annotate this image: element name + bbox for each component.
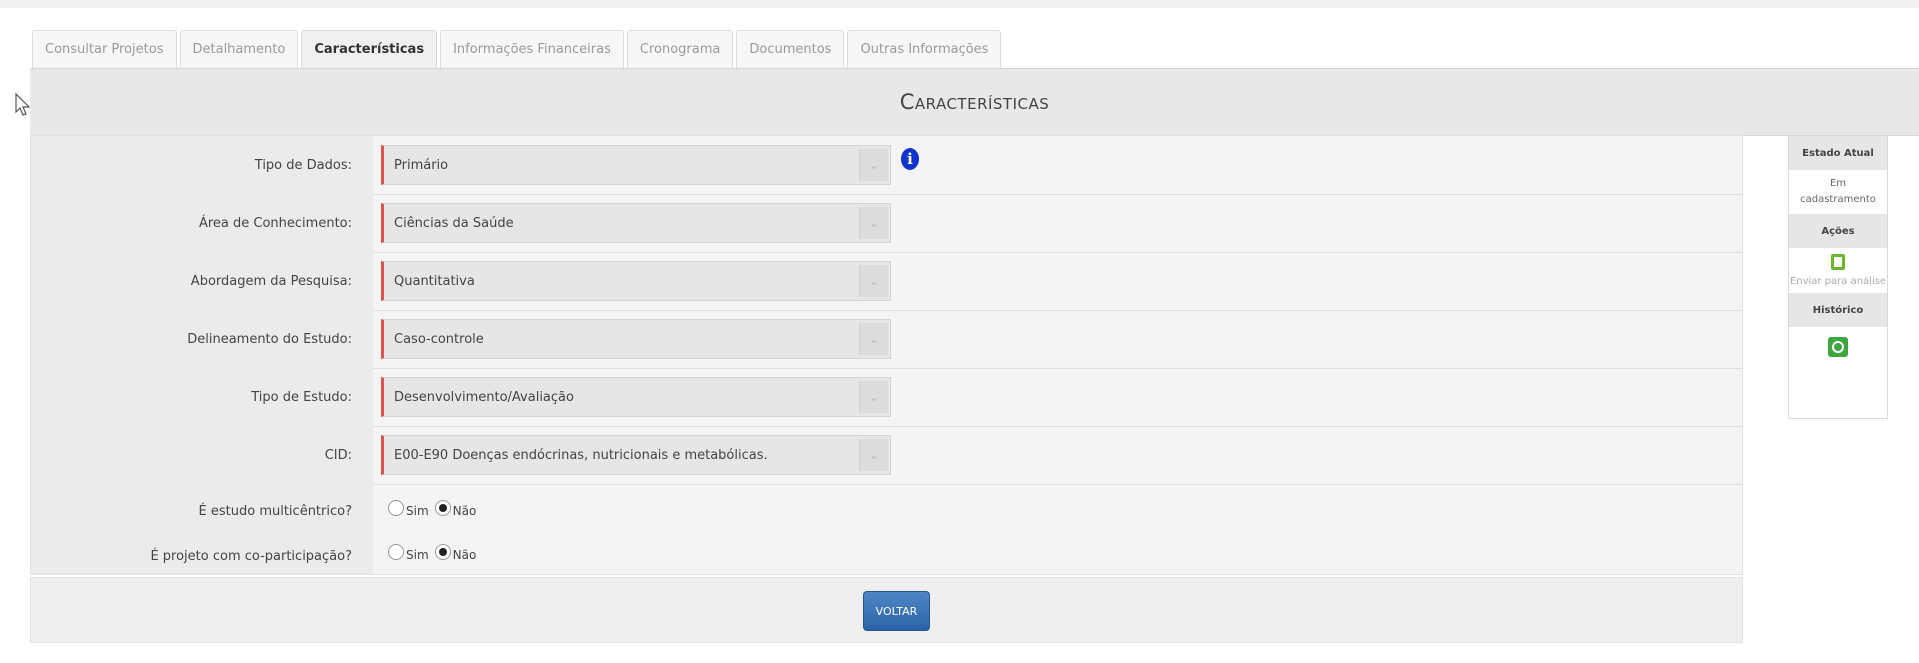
chevron-down-icon[interactable]: ⌄	[859, 149, 888, 181]
tab-documentos[interactable]: Documentos	[736, 30, 845, 68]
co-participacao-nao-radio[interactable]	[434, 544, 451, 560]
select-value: Caso-controle	[394, 331, 484, 347]
select-value: E00-E90 Doenças endócrinas, nutricionais…	[394, 447, 768, 463]
multicentrico-radio-group: Sim Não	[388, 498, 482, 518]
status-sidebar: Estado Atual Em cadastramento Ações Envi…	[1788, 135, 1888, 419]
tab-detalhamento[interactable]: Detalhamento	[179, 30, 299, 68]
delineamento-do-estudo-select[interactable]: Caso-controle ⌄	[381, 319, 891, 359]
actions-header: Ações	[1789, 214, 1887, 248]
field-label: Área de Conhecimento:	[198, 215, 352, 231]
history-header: Histórico	[1789, 293, 1887, 327]
multicentrico-sim-radio[interactable]	[388, 500, 404, 516]
cid-select[interactable]: E00-E90 Doenças endócrinas, nutricionais…	[381, 435, 891, 475]
chevron-down-icon[interactable]: ⌄	[859, 323, 888, 355]
field-row-tipo-de-estudo: Tipo de Estudo: Desenvolvimento/Avaliaçã…	[31, 368, 1742, 427]
field-row-cid: CID: E00-E90 Doenças endócrinas, nutrici…	[31, 426, 1742, 485]
action-label: Enviar para análise	[1789, 276, 1887, 287]
tab-cronograma[interactable]: Cronograma	[626, 30, 734, 68]
select-value: Quantitativa	[394, 273, 475, 289]
field-row-co-participacao: É projeto com co-participação? Sim Não	[31, 538, 1742, 574]
section-header: Características	[30, 68, 1919, 136]
field-label: Abordagem da Pesquisa:	[190, 273, 352, 289]
chevron-down-icon[interactable]: ⌄	[859, 439, 888, 471]
co-participacao-radio-group: Sim Não	[388, 542, 482, 562]
radio-label: Não	[452, 504, 477, 518]
tab-consultar-projetos[interactable]: Consultar Projetos	[32, 30, 177, 68]
send-document-icon[interactable]	[1831, 254, 1845, 270]
field-label: Delineamento do Estudo:	[187, 331, 352, 347]
select-value: Desenvolvimento/Avaliação	[394, 389, 574, 405]
label-cell	[31, 426, 373, 484]
tab-informacoes-financeiras[interactable]: Informações Financeiras	[440, 30, 624, 68]
field-label: É estudo multicêntrico?	[198, 503, 352, 519]
field-row-abordagem-da-pesquisa: Abordagem da Pesquisa: Quantitativa ⌄	[31, 252, 1742, 311]
select-value: Ciências da Saúde	[394, 215, 514, 231]
chevron-down-icon[interactable]: ⌄	[859, 381, 888, 413]
co-participacao-sim-radio[interactable]	[388, 544, 404, 560]
radio-label: Sim	[406, 504, 429, 518]
field-row-multicentrico: É estudo multicêntrico? Sim Não	[31, 484, 1742, 538]
tab-bar: Consultar Projetos Detalhamento Caracter…	[32, 30, 1002, 68]
select-value: Primário	[394, 157, 449, 173]
field-row-delineamento-do-estudo: Delineamento do Estudo: Caso-controle ⌄	[31, 310, 1742, 369]
tipo-de-dados-select[interactable]: Primário ⌄	[381, 145, 891, 185]
page-title: Características	[899, 90, 1050, 114]
voltar-button[interactable]: VOLTAR	[863, 591, 930, 631]
field-label: CID:	[324, 447, 352, 463]
history-icon[interactable]	[1828, 337, 1848, 357]
characteristics-form: Tipo de Dados: Primário ⌄ i Área de Conh…	[30, 135, 1743, 575]
multicentrico-nao-radio[interactable]	[434, 500, 451, 516]
field-label: Tipo de Estudo:	[251, 389, 352, 405]
state-value: Em cadastramento	[1800, 178, 1876, 205]
state-header: Estado Atual	[1789, 136, 1887, 170]
radio-label: Não	[452, 548, 477, 562]
tab-caracteristicas[interactable]: Características	[301, 30, 438, 68]
tipo-de-estudo-select[interactable]: Desenvolvimento/Avaliação ⌄	[381, 377, 891, 417]
radio-label: Sim	[406, 548, 429, 562]
form-footer: VOLTAR	[30, 577, 1743, 643]
abordagem-da-pesquisa-select[interactable]: Quantitativa ⌄	[381, 261, 891, 301]
info-icon[interactable]: i	[901, 148, 919, 170]
field-row-area-de-conhecimento: Área de Conhecimento: Ciências da Saúde …	[31, 194, 1742, 253]
field-label: É projeto com co-participação?	[150, 548, 352, 564]
tab-outras-informacoes[interactable]: Outras Informações	[847, 30, 1002, 68]
chevron-down-icon[interactable]: ⌄	[859, 265, 888, 297]
field-label: Tipo de Dados:	[254, 157, 352, 173]
chevron-down-icon[interactable]: ⌄	[859, 207, 888, 239]
enviar-para-analise-action[interactable]: Enviar para análise	[1789, 248, 1887, 293]
field-row-tipo-de-dados: Tipo de Dados: Primário ⌄ i	[31, 136, 1742, 195]
area-de-conhecimento-select[interactable]: Ciências da Saúde ⌄	[381, 203, 891, 243]
